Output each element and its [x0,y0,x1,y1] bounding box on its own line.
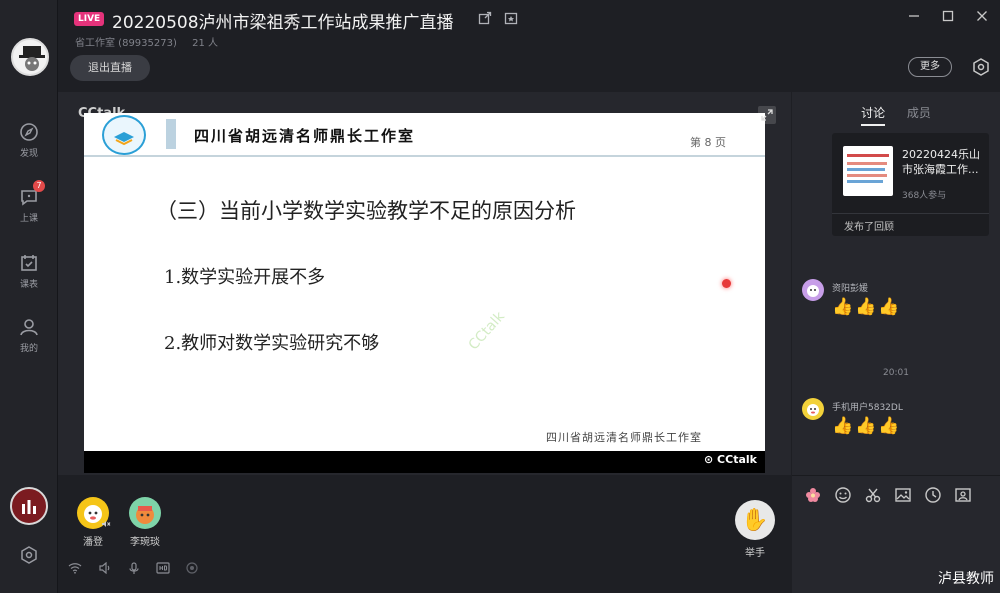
left-rail: 发现 7 上课 课表 我的 [0,0,58,593]
corner-watermark: 泸县教师 [938,571,994,587]
speaker-icon[interactable] [98,562,112,574]
cartoon-avatar-icon [807,285,819,297]
sidebar-item-label: 课表 [19,280,38,290]
laser-pointer [722,279,731,288]
chat-toolbar [804,486,972,504]
header-settings-button[interactable] [971,57,991,81]
calendar-check-icon [21,255,37,271]
sidebar-item-schedule[interactable]: 课表 [0,252,58,290]
audio-bars-icon [22,500,36,514]
panel-divider [792,475,1000,476]
sidebar-item-label: 发现 [19,149,38,159]
studio-logo [102,115,146,155]
cartoon-avatar-icon [807,404,819,416]
sidebar-item-label: 我的 [19,344,38,354]
image-icon[interactable] [894,486,912,504]
participant-name: 潘登 [83,537,103,548]
flower-gift-icon[interactable] [804,486,822,504]
fullscreen-button[interactable] [758,106,776,128]
scissors-icon[interactable] [864,486,882,504]
speaker-muted-icon [102,521,111,527]
hd-quality-icon[interactable] [156,562,170,574]
hexagon-settings-icon [973,58,989,76]
raise-hand-button[interactable]: ✋ 举手 [735,500,775,559]
page-title: 20220508泸州市梁祖秀工作站成果推广直播 [112,13,454,33]
live-tag: LIVE [74,12,105,26]
replay-posted-label: 发布了回顾 [844,222,894,233]
replay-thumbnail [843,146,893,196]
record-icon[interactable] [186,562,198,574]
participant-name: 李琬琰 [130,537,160,548]
clock-icon[interactable] [924,486,942,504]
sidebar-item-discover[interactable]: 发现 [0,121,58,159]
participant-avatar [129,497,161,529]
replay-card[interactable]: 20220424乐山市张海霞工作... 368人参与 发布了回顾 [832,133,989,236]
shared-slide: 四川省胡远清名师鼎长工作室 第 8 页 （三）当前小学数学实验教学不足的原因分析… [84,113,765,473]
subtitle: 省工作室 (89935273) 21 人 [75,34,218,49]
slide-point-1: 1.数学实验开展不多 [164,267,326,288]
slide-watermark: CCtalk [465,308,509,354]
window-controls [908,10,988,22]
sidebar-item-class[interactable]: 7 上课 [0,180,58,224]
person-icon [20,319,38,336]
replay-title: 20220424乐山市张海霞工作... [902,148,980,176]
hexagon-settings-icon [21,546,37,564]
slide-heading: （三）当前小学数学实验教学不足的原因分析 [156,199,576,223]
microphone-icon[interactable] [128,562,140,575]
slide-brand: 四川省胡远清名师鼎长工作室 [194,127,416,145]
tab-members[interactable]: 成员 [907,104,931,124]
compass-icon [20,123,38,141]
image-person-icon[interactable] [954,486,972,504]
exit-live-button[interactable]: 退出直播 [70,55,150,81]
participant-tile[interactable]: 李琬琰 [120,497,170,548]
share-icon[interactable] [478,11,492,25]
user-avatar[interactable] [11,38,49,76]
minimize-icon[interactable] [908,10,920,22]
more-button[interactable]: 更多 [908,57,952,77]
header: LIVE 20220508泸州市梁祖秀工作站成果推广直播 省工作室 (89935… [58,0,1000,90]
wifi-icon[interactable] [68,562,82,574]
chat-panel: 讨论 成员 20220424乐山市张海霞工作... 368人参与 发布了回顾 资… [792,92,1000,593]
slide-header-accent [166,119,184,149]
chat-sender: 资阳彭媛 [832,284,869,294]
live-audio-button[interactable] [10,487,48,525]
sidebar-item-label: 上课 [19,214,38,224]
slide-page-number: 第 8 页 [690,136,726,149]
chat-avatar[interactable] [802,279,824,301]
avatar-image [19,46,45,71]
slide-canvas: 四川省胡远清名师鼎长工作室 第 8 页 （三）当前小学数学实验教学不足的原因分析… [84,113,765,451]
book-logo-icon [114,132,134,146]
cctalk-bar-logo: ⊙ CCtalk [704,453,757,466]
title-actions [478,11,518,25]
close-icon[interactable] [976,10,988,22]
slide-header: 四川省胡远清名师鼎长工作室 第 8 页 [84,113,765,157]
rail-settings-button[interactable] [19,545,39,569]
chat-sender: 手机用户5832DL [832,403,903,413]
chat-avatar[interactable] [802,398,824,420]
viewer-count: 21 人 [192,38,218,49]
chat-content: 👍👍👍 [832,416,902,436]
tab-discussion[interactable]: 讨论 [861,104,886,126]
card-divider [832,213,989,214]
maximize-icon[interactable] [942,10,954,22]
time-separator: 20:01 [883,368,909,378]
status-bar [68,562,198,575]
raise-hand-label: 举手 [745,548,765,559]
video-stage: CCtalk 四川省胡远清名师鼎长工作室 第 8 页 （三）当前小学数学实验教学… [58,92,791,475]
emoji-icon[interactable] [834,486,852,504]
org-name: 省工作室 (89935273) [75,38,177,49]
slide-footer: 四川省胡远清名师鼎长工作室 [546,431,702,444]
participant-tile[interactable]: 潘登 [68,497,118,548]
participant-avatar [77,497,111,529]
raise-hand-icon: ✋ [735,500,775,540]
chat-content: 👍👍👍 [832,297,902,317]
cartoon-avatar-icon [136,506,154,524]
sidebar-item-mine[interactable]: 我的 [0,316,58,354]
favorite-icon[interactable] [504,11,518,25]
replay-participants: 368人参与 [902,191,947,201]
unread-badge: 7 [33,180,45,192]
slide-point-2: 2.教师对数学实验研究不够 [164,333,380,354]
expand-icon [758,106,776,124]
panel-tabs: 讨论 成员 [792,104,1000,126]
